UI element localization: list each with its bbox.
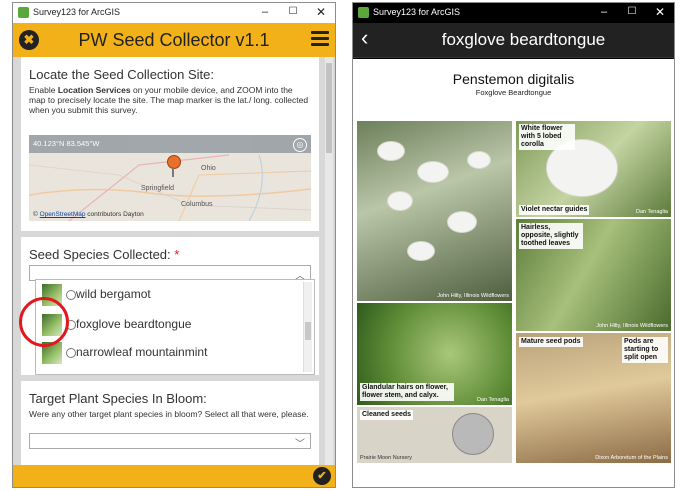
close-survey-icon[interactable]: ✖ (19, 30, 39, 50)
viewer-header: ‹ foxglove beardtongue (353, 23, 674, 58)
species-info-sheet: Penstemon digitalis Foxglove Beardtongue… (353, 59, 674, 487)
bloom-select[interactable]: ﹀ (29, 433, 311, 450)
submit-check-icon[interactable]: ✔ (313, 467, 331, 485)
caption-leaves: Hairless, opposite, slightly toothed lea… (519, 223, 583, 249)
location-title: Locate the Seed Collection Site: (29, 67, 215, 82)
caption-pods-open: Pods are starting to split open (622, 337, 668, 363)
map-coordinate-bar: 40.123°N 83.545°W ◎ (29, 135, 311, 153)
caption-cleaned-seeds: Cleaned seeds (360, 410, 414, 420)
photo-flowers: John Hilty, Illinois Wildflowers (357, 121, 512, 301)
list-scrollbar-thumb[interactable] (305, 322, 311, 340)
image-viewer-window: Survey123 for ArcGIS – ☐ ✕ ‹ foxglove be… (352, 2, 675, 488)
location-map[interactable]: 40.123°N 83.545°W ◎ Ohio Springfield Col… (29, 135, 311, 221)
back-arrow-icon[interactable]: ‹ (361, 26, 368, 50)
photo-credit: Prairie Moon Nursery (360, 455, 412, 461)
hamburger-menu-icon[interactable] (311, 31, 329, 47)
minimize-button[interactable]: – (590, 5, 618, 19)
photo-flower-closeup: White flower with 5 lobed corolla Violet… (516, 121, 671, 217)
maximize-button[interactable]: ☐ (279, 5, 307, 19)
location-description: Enable Location Services on your mobile … (29, 85, 309, 115)
right-titlebar: Survey123 for ArcGIS – ☐ ✕ (353, 3, 674, 23)
survey-header: ✖ PW Seed Collector v1.1 (13, 23, 335, 57)
species-list[interactable]: wild bergamot foxglove beardtongue narro… (35, 279, 315, 375)
map-attribution: © OpenStreetMap contributors Dayton (33, 211, 144, 218)
form-scrollbar[interactable] (325, 57, 333, 465)
form-scrollbar-thumb[interactable] (326, 63, 332, 153)
window-close-button[interactable]: ✕ (646, 5, 674, 19)
photo-glandular-hairs: Glandular hairs on flower, flower stem, … (357, 303, 512, 405)
radio-narrowleaf-mountainmint[interactable] (66, 348, 76, 358)
maximize-button[interactable]: ☐ (618, 5, 646, 19)
caption-glandular: Glandular hairs on flower, flower stem, … (360, 383, 454, 401)
survey123-app-icon (18, 7, 29, 18)
map-coordinates: 40.123°N 83.545°W (33, 139, 100, 148)
highlight-circle (19, 297, 69, 347)
gps-locate-icon[interactable]: ◎ (293, 138, 307, 152)
map-label-ohio: Ohio (201, 165, 216, 172)
photo-credit: John Hilty, Illinois Wildflowers (437, 293, 509, 299)
species-title: Seed Species Collected: * (29, 247, 180, 262)
window-close-button[interactable]: ✕ (307, 5, 335, 19)
item-label: wild bergamot (76, 287, 151, 301)
required-asterisk: * (174, 247, 180, 262)
photo-credit: Dan Tenaglia (635, 209, 668, 215)
minimize-button[interactable]: – (251, 5, 279, 19)
map-label-columbus: Columbus (181, 201, 213, 208)
photo-credit: Dixon Arboretum of the Plains (595, 455, 668, 461)
photo-leaves: Hairless, opposite, slightly toothed lea… (516, 219, 671, 331)
map-label-dayton: Dayton (123, 211, 144, 218)
photo-credit: Dan Tenaglia (476, 397, 509, 403)
item-label: narrowleaf mountainmint (76, 345, 208, 359)
bloom-question: Target Plant Species In Bloom: Were any … (21, 381, 319, 465)
photo-seed-pods: Mature seed pods Pods are starting to sp… (516, 333, 671, 463)
survey-window: Survey123 for ArcGIS – ☐ ✕ ✖ PW Seed Col… (12, 2, 336, 488)
survey-title: PW Seed Collector v1.1 (78, 30, 270, 50)
map-marker-icon[interactable] (167, 155, 181, 169)
scientific-name: Penstemon digitalis (452, 71, 575, 87)
survey123-app-icon (358, 7, 369, 18)
caption-seed-pods: Mature seed pods (519, 337, 583, 347)
chevron-down-icon[interactable]: ﹀ (295, 435, 305, 450)
openstreetmap-link[interactable]: OpenStreetMap (40, 211, 86, 218)
survey-footer: ✔ (13, 465, 335, 487)
map-label-springfield: Springfield (141, 185, 175, 192)
radio-wild-bergamot[interactable] (66, 290, 76, 300)
viewer-title: foxglove beardtongue (441, 30, 606, 49)
caption-white-flower: White flower with 5 lobed corolla (519, 124, 575, 150)
bloom-title: Target Plant Species In Bloom: (29, 391, 207, 406)
window-title: Survey123 for ArcGIS (373, 7, 461, 17)
photo-credit: John Hilty, Illinois Wildflowers (596, 323, 668, 329)
survey-form: Locate the Seed Collection Site: Enable … (13, 57, 335, 465)
window-title: Survey123 for ArcGIS (33, 7, 121, 17)
bloom-description: Were any other target plant species in b… (29, 409, 309, 419)
list-scrollbar[interactable] (303, 282, 312, 372)
map-marker-stem (172, 167, 174, 177)
caption-nectar-guides: Violet nectar guides (519, 205, 590, 215)
left-titlebar: Survey123 for ArcGIS – ☐ ✕ (13, 3, 335, 23)
item-label: foxglove beardtongue (76, 317, 192, 331)
location-question: Locate the Seed Collection Site: Enable … (21, 57, 319, 231)
common-name: Foxglove Beardtongue (475, 88, 552, 97)
photo-cleaned-seeds: Cleaned seeds Prairie Moon Nursery (357, 407, 512, 463)
